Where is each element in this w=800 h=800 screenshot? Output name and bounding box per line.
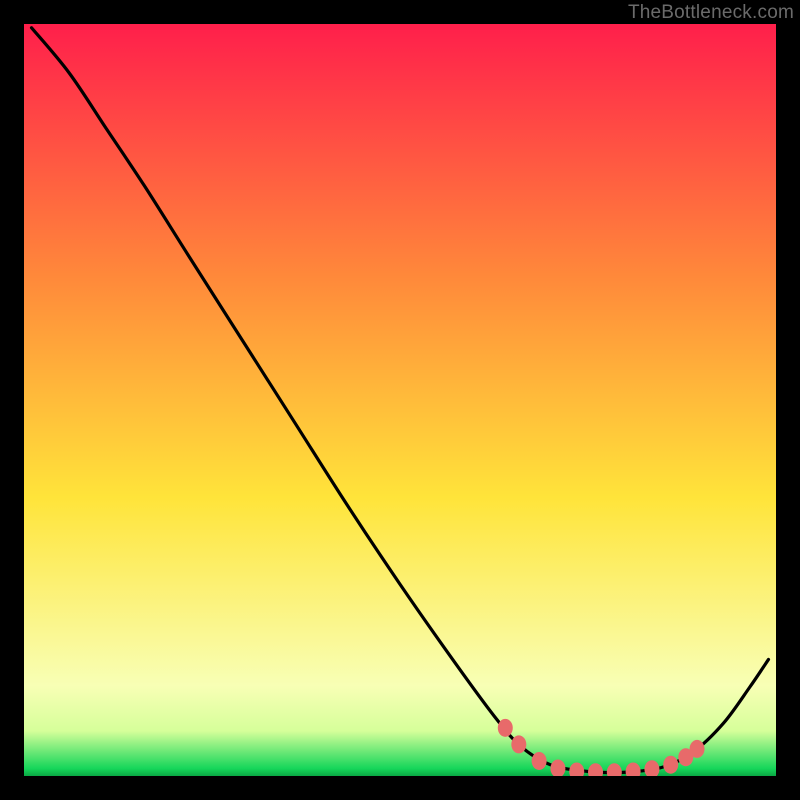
chart-container: TheBottleneck.com <box>0 0 800 800</box>
marker-dot <box>588 763 603 776</box>
marker-dot <box>550 759 565 776</box>
bottleneck-curve-layer <box>24 24 776 776</box>
plot-area <box>24 24 776 776</box>
marker-dot <box>626 762 641 776</box>
bottleneck-curve <box>32 28 769 773</box>
marker-dot <box>644 760 659 776</box>
optimal-range-markers <box>498 719 705 776</box>
marker-dot <box>532 752 547 770</box>
marker-dot <box>498 719 513 737</box>
marker-dot <box>663 756 678 774</box>
marker-dot <box>569 762 584 776</box>
marker-dot <box>690 740 705 758</box>
watermark-text: TheBottleneck.com <box>628 2 794 24</box>
marker-dot <box>511 735 526 753</box>
marker-dot <box>607 763 622 776</box>
